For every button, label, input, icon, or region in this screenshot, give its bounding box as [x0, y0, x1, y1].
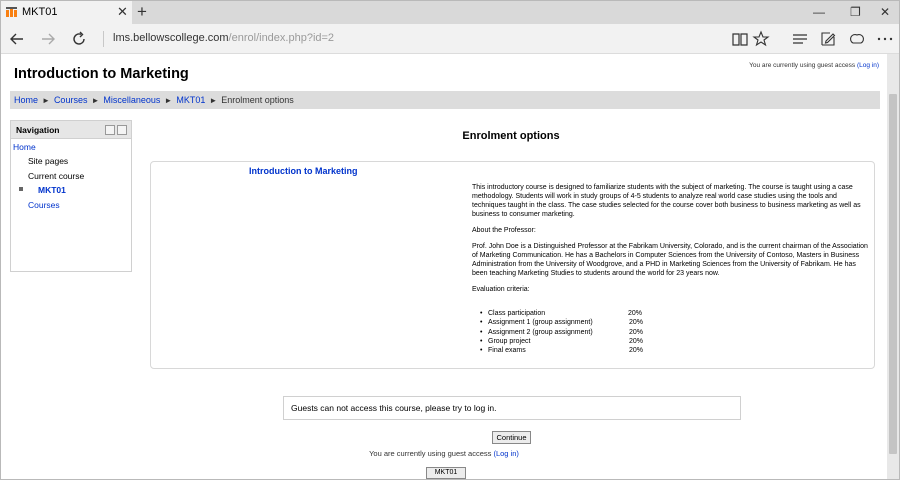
favorite-star-icon[interactable]	[751, 29, 771, 49]
breadcrumb-separator: ►	[209, 96, 218, 105]
summary-professor-paragraph: Prof. John Doe is a Distinguished Profes…	[472, 243, 868, 277]
login-link[interactable]: (Log in)	[857, 62, 879, 69]
section-title: Enrolment options	[462, 130, 560, 142]
nav-site-pages[interactable]: Site pages	[28, 156, 68, 166]
navigation-header: Navigation	[11, 121, 131, 139]
criteria-value: 20%	[629, 347, 644, 355]
bullet-icon: •	[480, 337, 483, 345]
share-icon[interactable]	[847, 29, 867, 49]
browser-window: MKT01 ✕ + — ❐ ✕ lms.bellowscollege.com/e…	[0, 0, 900, 480]
footer-course-button[interactable]: MKT01	[426, 467, 466, 479]
login-info-text: You are currently using guest access	[749, 62, 856, 69]
nav-bullet-icon	[19, 187, 23, 191]
footer-login-info: You are currently using guest access (Lo…	[1, 449, 887, 458]
nav-current-course[interactable]: Current course	[28, 171, 84, 181]
continue-button[interactable]: Continue	[492, 431, 531, 444]
web-note-icon[interactable]	[818, 29, 838, 49]
criteria-value: 20%	[628, 310, 643, 317]
summary-about-heading: About the Professor:	[472, 227, 536, 234]
summary-criteria-heading: Evaluation criteria:	[472, 286, 530, 293]
nav-course-mkt01[interactable]: MKT01	[38, 185, 66, 195]
breadcrumb-miscellaneous[interactable]: Miscellaneous	[103, 95, 160, 105]
course-summary: This introductory course is designed to …	[472, 183, 872, 301]
page-title: Introduction to Marketing	[14, 66, 189, 82]
new-tab-button[interactable]: +	[137, 2, 147, 22]
scrollbar-thumb[interactable]	[889, 94, 897, 454]
nav-home[interactable]: Home	[13, 142, 36, 152]
address-separator	[103, 31, 104, 47]
nav-courses[interactable]: Courses	[28, 200, 60, 210]
address-toolbar: lms.bellowscollege.com/enrol/index.php?i…	[1, 24, 899, 54]
minimize-icon[interactable]: —	[813, 4, 825, 20]
forward-arrow-icon[interactable]	[38, 29, 58, 49]
page-content: Introduction to Marketing You are curren…	[1, 54, 887, 479]
bullet-icon: •	[480, 347, 483, 355]
login-info: You are currently using guest access (Lo…	[749, 62, 879, 69]
breadcrumb-current: Enrolment options	[221, 95, 294, 105]
hub-menu-icon[interactable]	[790, 29, 810, 49]
breadcrumb-separator: ►	[91, 96, 100, 105]
breadcrumb-separator: ►	[42, 96, 50, 105]
footer-login-link[interactable]: (Log in)	[493, 449, 518, 458]
footer-login-text: You are currently using guest access	[369, 449, 492, 458]
vertical-scrollbar[interactable]	[887, 54, 899, 479]
criteria-name: Assignment 1 (group assignment)	[488, 319, 593, 327]
summary-paragraph: This introductory course is designed to …	[472, 184, 861, 218]
criteria-value: 20%	[629, 337, 644, 345]
criteria-value: 20%	[629, 319, 644, 327]
tab-mkt01[interactable]: MKT01 ✕	[1, 1, 132, 24]
guest-notice-box: Guests can not access this course, pleas…	[283, 396, 741, 420]
maximize-icon[interactable]: ❐	[850, 4, 861, 20]
window-close-icon[interactable]: ✕	[880, 4, 890, 20]
reading-view-icon[interactable]	[730, 29, 750, 49]
course-name-link[interactable]: Introduction to Marketing	[249, 166, 358, 176]
address-path: /enrol/index.php?id=2	[228, 32, 335, 44]
close-tab-icon[interactable]: ✕	[117, 4, 128, 20]
breadcrumb: Home ► Courses ► Miscellaneous ► MKT01 ► Enrolme…	[10, 91, 880, 109]
more-options-icon[interactable]	[875, 29, 895, 49]
breadcrumb-separator: ►	[164, 96, 173, 105]
tab-title: MKT01	[22, 6, 58, 18]
navigation-title: Navigation	[16, 125, 60, 135]
address-host: lms.bellowscollege.com	[113, 32, 229, 44]
breadcrumb-courses[interactable]: Courses	[54, 95, 88, 105]
criteria-name: Group project	[488, 337, 531, 345]
criteria-value: 20%	[629, 328, 644, 336]
tab-bar: MKT01 ✕ + — ❐ ✕	[1, 1, 899, 24]
collapse-block-icon[interactable]	[105, 125, 115, 135]
dock-block-icon[interactable]	[117, 125, 127, 135]
bullet-icon: •	[480, 310, 483, 317]
breadcrumb-home[interactable]: Home	[14, 95, 38, 105]
criteria-name: Final exams	[488, 347, 526, 355]
back-arrow-icon[interactable]	[7, 29, 27, 49]
criteria-name: Assignment 2 (group assignment)	[488, 328, 593, 336]
guest-notice-text: Guests can not access this course, pleas…	[291, 403, 497, 413]
bullet-icon: •	[480, 319, 483, 327]
moodle-icon	[6, 7, 17, 17]
refresh-icon[interactable]	[69, 29, 89, 49]
breadcrumb-mkt01[interactable]: MKT01	[176, 95, 205, 105]
criteria-name: Class participation	[488, 310, 546, 317]
bullet-icon: •	[480, 328, 483, 336]
address-field[interactable]: lms.bellowscollege.com/enrol/index.php?i…	[113, 32, 334, 44]
